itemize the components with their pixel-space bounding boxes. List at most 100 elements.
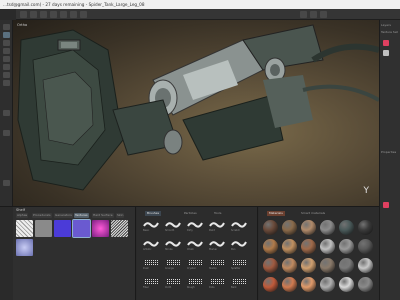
brush-item[interactable]: Pen	[231, 239, 247, 251]
material-sphere[interactable]	[282, 277, 297, 292]
shelf-tab-procedurals[interactable]: Procedurals	[32, 213, 52, 218]
material-preview-icon[interactable]	[3, 180, 10, 186]
shelf-texture-tile[interactable]	[72, 219, 91, 238]
material-sphere[interactable]	[339, 239, 354, 254]
clone-tool-icon[interactable]	[70, 11, 77, 18]
material-sphere[interactable]	[301, 220, 316, 235]
shelf-tab-textures[interactable]: Textures	[74, 213, 89, 218]
tool-symmetry-icon[interactable]	[3, 72, 10, 78]
brush-label: Splatter	[231, 267, 241, 270]
shelf-texture-tile[interactable]	[16, 220, 33, 237]
brush-item[interactable]: Rough	[187, 277, 203, 289]
tool-angle-icon[interactable]	[3, 48, 10, 54]
brush-stroke-icon	[187, 222, 203, 228]
main-menu-button[interactable]	[0, 9, 16, 20]
layer-color-swatch[interactable]	[383, 40, 389, 46]
viewport-camera-label: Ortho	[17, 23, 28, 27]
material-sphere[interactable]	[320, 220, 335, 235]
brush-stroke-icon	[209, 241, 225, 247]
material-sphere[interactable]	[282, 258, 297, 273]
brush-item[interactable]: Basic	[143, 220, 159, 232]
material-sphere[interactable]	[320, 239, 335, 254]
texture-set-tab[interactable]: Texture Set	[381, 30, 400, 34]
brush-item[interactable]: Bark	[231, 277, 247, 289]
material-sphere[interactable]	[320, 258, 335, 273]
shelf-texture-tile[interactable]	[16, 239, 33, 256]
axis-gizmo[interactable]: Y	[364, 186, 370, 196]
material-sphere[interactable]	[282, 239, 297, 254]
brush-item[interactable]: Cloth	[165, 277, 181, 289]
material-sphere[interactable]	[358, 239, 373, 254]
material-sphere[interactable]	[301, 239, 316, 254]
tool-spacing-icon[interactable]	[3, 40, 10, 46]
material-sphere[interactable]	[263, 258, 278, 273]
brush-item[interactable]: Fiber	[143, 277, 159, 289]
brush-item[interactable]: Scratch	[231, 220, 247, 232]
brush-item[interactable]: Dust	[143, 258, 159, 270]
tool-alignment-icon[interactable]	[3, 64, 10, 70]
brush-item[interactable]: Smooth	[165, 220, 181, 232]
material-sphere[interactable]	[358, 220, 373, 235]
view-mode-icon[interactable]	[320, 11, 327, 18]
brush-item[interactable]: Grunge	[165, 258, 181, 270]
material-sphere[interactable]	[358, 277, 373, 292]
shelf-tab-skin[interactable]: Skin	[116, 213, 125, 218]
material-sphere[interactable]	[339, 220, 354, 235]
brush-item[interactable]: Dots	[209, 277, 225, 289]
brush-item[interactable]: Artistic	[143, 239, 159, 251]
material-sphere[interactable]	[282, 220, 297, 235]
properties-tab[interactable]: Properties	[381, 150, 400, 154]
render-icon[interactable]	[310, 11, 317, 18]
shelf-texture-tile[interactable]	[35, 220, 52, 237]
material-sphere[interactable]	[263, 239, 278, 254]
brush-item[interactable]: Marker	[209, 239, 225, 251]
material-sphere[interactable]	[263, 220, 278, 235]
shelf-tab-generators[interactable]: Generators	[54, 213, 73, 218]
layers-tab[interactable]: Layers	[381, 23, 400, 27]
paint-tool-icon[interactable]	[20, 11, 27, 18]
shelf-texture-tile[interactable]	[111, 220, 128, 237]
tool-flow-icon[interactable]	[3, 32, 10, 38]
tool-opacity-icon[interactable]	[3, 80, 10, 86]
tool-jitter-icon[interactable]	[3, 56, 10, 62]
eraser-tool-icon[interactable]	[30, 11, 37, 18]
layer-thumbnail[interactable]	[383, 50, 389, 56]
tab-materials[interactable]: Materials	[267, 211, 285, 216]
picker-tool-icon[interactable]	[80, 11, 87, 18]
shelf-tab-alphas[interactable]: Alphas	[16, 213, 29, 218]
projection-tool-icon[interactable]	[40, 11, 47, 18]
material-sphere[interactable]	[320, 277, 335, 292]
material-sphere[interactable]	[358, 258, 373, 273]
tab-brushes[interactable]: Brushes	[145, 211, 162, 216]
brush-item[interactable]: Stroke	[165, 239, 181, 251]
brush-preview-icon[interactable]	[3, 110, 10, 116]
brush-item[interactable]: Crystal	[187, 258, 203, 270]
property-color-swatch[interactable]	[383, 202, 389, 208]
camera-icon[interactable]	[300, 11, 307, 18]
material-sphere[interactable]	[263, 277, 278, 292]
geometry-fill-icon[interactable]	[50, 11, 57, 18]
brush-item[interactable]: Chalk	[187, 239, 203, 251]
alpha-preview-icon[interactable]	[3, 130, 10, 136]
shelf-texture-tile[interactable]	[92, 220, 109, 237]
tool-size-icon[interactable]	[3, 24, 10, 30]
3d-viewport[interactable]: Ortho Y	[13, 20, 379, 206]
brush-item[interactable]: Paint	[209, 220, 225, 232]
shelf-tab-hard-surface[interactable]: Hard Surface	[92, 213, 114, 218]
tab-smart-materials[interactable]: Smart materials	[299, 211, 327, 216]
brush-label: Pen	[231, 248, 236, 251]
shelf-texture-tile[interactable]	[54, 220, 71, 237]
brushes-panel: Brushes Particles Tools Basic Smooth Dirty…	[137, 207, 258, 300]
smudge-tool-icon[interactable]	[60, 11, 67, 18]
material-sphere[interactable]	[301, 258, 316, 273]
tab-particles[interactable]: Particles	[182, 211, 199, 216]
material-sphere[interactable]	[339, 277, 354, 292]
brush-item[interactable]: Splatter	[231, 258, 247, 270]
brush-item[interactable]: Stamp	[209, 258, 225, 270]
material-sphere[interactable]	[301, 277, 316, 292]
brush-label: Stamp	[209, 267, 217, 270]
brush-item[interactable]: Dirty	[187, 220, 203, 232]
material-sphere[interactable]	[339, 258, 354, 273]
tab-tools[interactable]: Tools	[212, 211, 223, 216]
brush-label: Fiber	[143, 286, 149, 289]
